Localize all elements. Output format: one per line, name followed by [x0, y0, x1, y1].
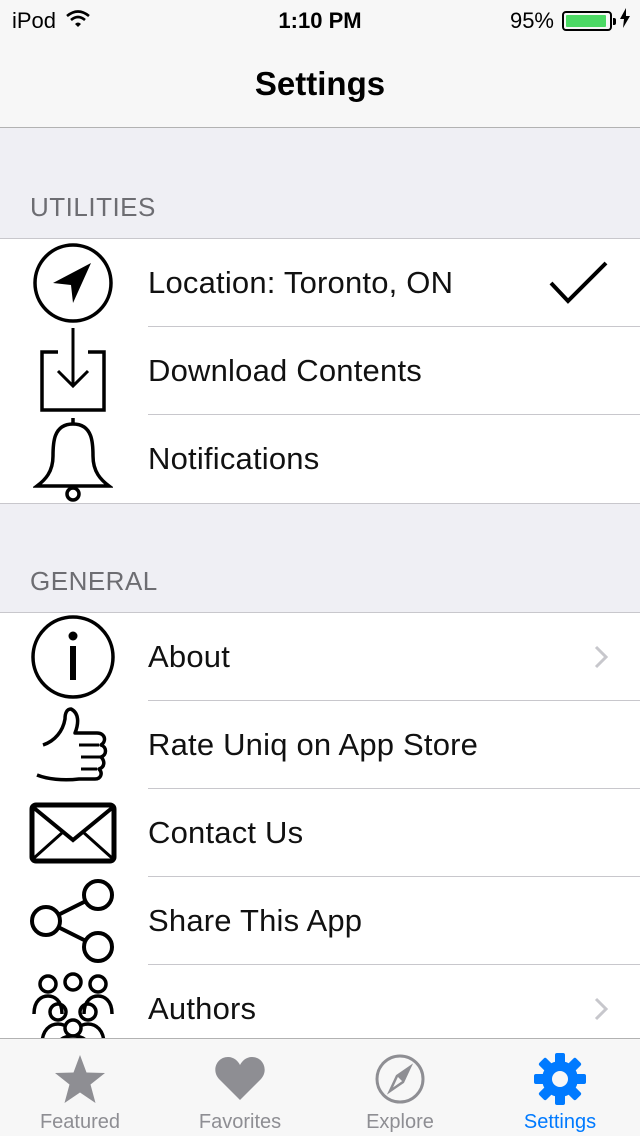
tab-label: Favorites	[198, 1111, 282, 1133]
star-icon	[52, 1053, 108, 1105]
row-label: Download Contents	[148, 353, 422, 388]
tab-favorites[interactable]: Favorites	[160, 1039, 320, 1136]
page-title: Settings	[254, 64, 386, 102]
battery-icon	[562, 11, 616, 31]
battery-percent: 95%	[509, 8, 554, 33]
row-label: Contact Us	[148, 815, 304, 850]
tab-bar: Featured Favorites Explore Settings	[0, 1038, 640, 1136]
status-right: 95%	[510, 8, 630, 34]
navigation-bar: Settings	[0, 40, 640, 128]
gear-icon	[532, 1053, 588, 1105]
row-location[interactable]: Location: Toronto, ON	[0, 239, 640, 327]
tab-label: Featured	[39, 1111, 121, 1133]
tab-label: Settings	[523, 1111, 597, 1133]
row-label: Share This App	[148, 903, 363, 938]
utilities-group: Location: Toronto, ON Download Contents …	[0, 238, 640, 504]
charging-bolt-icon	[620, 8, 630, 34]
bell-icon	[28, 417, 118, 502]
row-label: Notifications	[148, 441, 320, 476]
row-notifications[interactable]: Notifications	[0, 415, 640, 503]
row-label: Rate Uniq on App Store	[148, 727, 479, 762]
row-about[interactable]: About	[0, 613, 640, 701]
checkmark-icon	[548, 239, 610, 327]
tab-featured[interactable]: Featured	[0, 1039, 160, 1136]
envelope-icon	[28, 791, 118, 875]
row-label: Authors	[148, 991, 257, 1026]
download-icon	[28, 328, 118, 413]
status-bar: iPod 1:10 PM 95%	[0, 0, 640, 40]
row-rate-app[interactable]: Rate Uniq on App Store	[0, 701, 640, 789]
info-icon	[28, 615, 118, 699]
battery-level	[566, 15, 606, 27]
chevron-right-icon	[594, 613, 608, 701]
row-contact-us[interactable]: Contact Us	[0, 789, 640, 877]
tab-label: Explore	[366, 1111, 434, 1133]
row-download-contents[interactable]: Download Contents	[0, 327, 640, 415]
row-label: Location: Toronto, ON	[148, 265, 454, 300]
section-header-utilities: UTILITIES	[30, 192, 156, 222]
share-icon	[28, 879, 118, 963]
general-group: About Rate Uniq on App Store Contact Us	[0, 612, 640, 1053]
row-share-app[interactable]: Share This App	[0, 877, 640, 965]
tab-explore[interactable]: Explore	[320, 1039, 480, 1136]
compass-icon	[372, 1053, 428, 1105]
thumbs-up-icon	[28, 703, 118, 787]
tab-settings[interactable]: Settings	[480, 1039, 640, 1136]
location-arrow-icon	[28, 241, 118, 325]
section-header-general: GENERAL	[30, 566, 158, 596]
heart-icon	[212, 1053, 268, 1105]
row-label: About	[148, 639, 231, 674]
